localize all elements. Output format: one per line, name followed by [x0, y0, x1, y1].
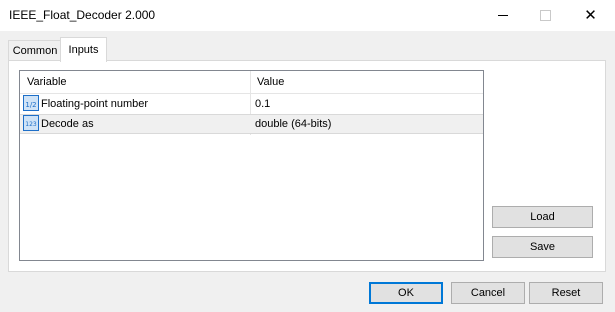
- load-button[interactable]: Load: [492, 206, 593, 228]
- tab-inputs[interactable]: Inputs: [60, 37, 107, 62]
- column-divider[interactable]: [250, 71, 251, 93]
- value-field[interactable]: 0.1: [255, 98, 270, 110]
- svg-text:123: 123: [25, 121, 37, 128]
- inputs-grid[interactable]: Variable Value 1/2 Floating-point number…: [19, 70, 484, 261]
- minimize-button[interactable]: [480, 0, 525, 31]
- ok-button[interactable]: OK: [369, 282, 443, 304]
- svg-text:1/2: 1/2: [25, 101, 36, 109]
- column-header-value[interactable]: Value: [257, 76, 284, 88]
- numeric-parameter-icon: 123: [23, 115, 39, 131]
- cancel-button[interactable]: Cancel: [451, 282, 525, 304]
- minimize-icon: [497, 15, 508, 16]
- grid-row[interactable]: 1/2 Floating-point number 0.1: [20, 94, 483, 114]
- close-icon: ✕: [584, 6, 597, 24]
- variable-name: Decode as: [41, 118, 94, 130]
- column-header-variable[interactable]: Variable: [27, 76, 67, 88]
- fraction-parameter-icon: 1/2: [23, 95, 39, 111]
- window-title: IEEE_Float_Decoder 2.000: [9, 8, 156, 22]
- grid-row[interactable]: 123 Decode as double (64-bits): [20, 114, 483, 134]
- save-button[interactable]: Save: [492, 236, 593, 258]
- title-bar[interactable]: IEEE_Float_Decoder 2.000 ✕: [0, 0, 615, 31]
- reset-button[interactable]: Reset: [529, 282, 603, 304]
- value-dropdown[interactable]: double (64-bits): [255, 118, 331, 130]
- grid-header: Variable Value: [20, 71, 483, 94]
- close-button[interactable]: ✕: [568, 0, 613, 31]
- tab-inputs-label: Inputs: [68, 44, 99, 56]
- dialog-window: IEEE_Float_Decoder 2.000 ✕ Common Inputs…: [0, 0, 615, 312]
- maximize-icon: [540, 10, 551, 21]
- tab-common[interactable]: Common: [8, 40, 62, 61]
- maximize-button[interactable]: [523, 0, 568, 31]
- tab-common-label: Common: [12, 45, 58, 57]
- variable-name: Floating-point number: [41, 98, 149, 110]
